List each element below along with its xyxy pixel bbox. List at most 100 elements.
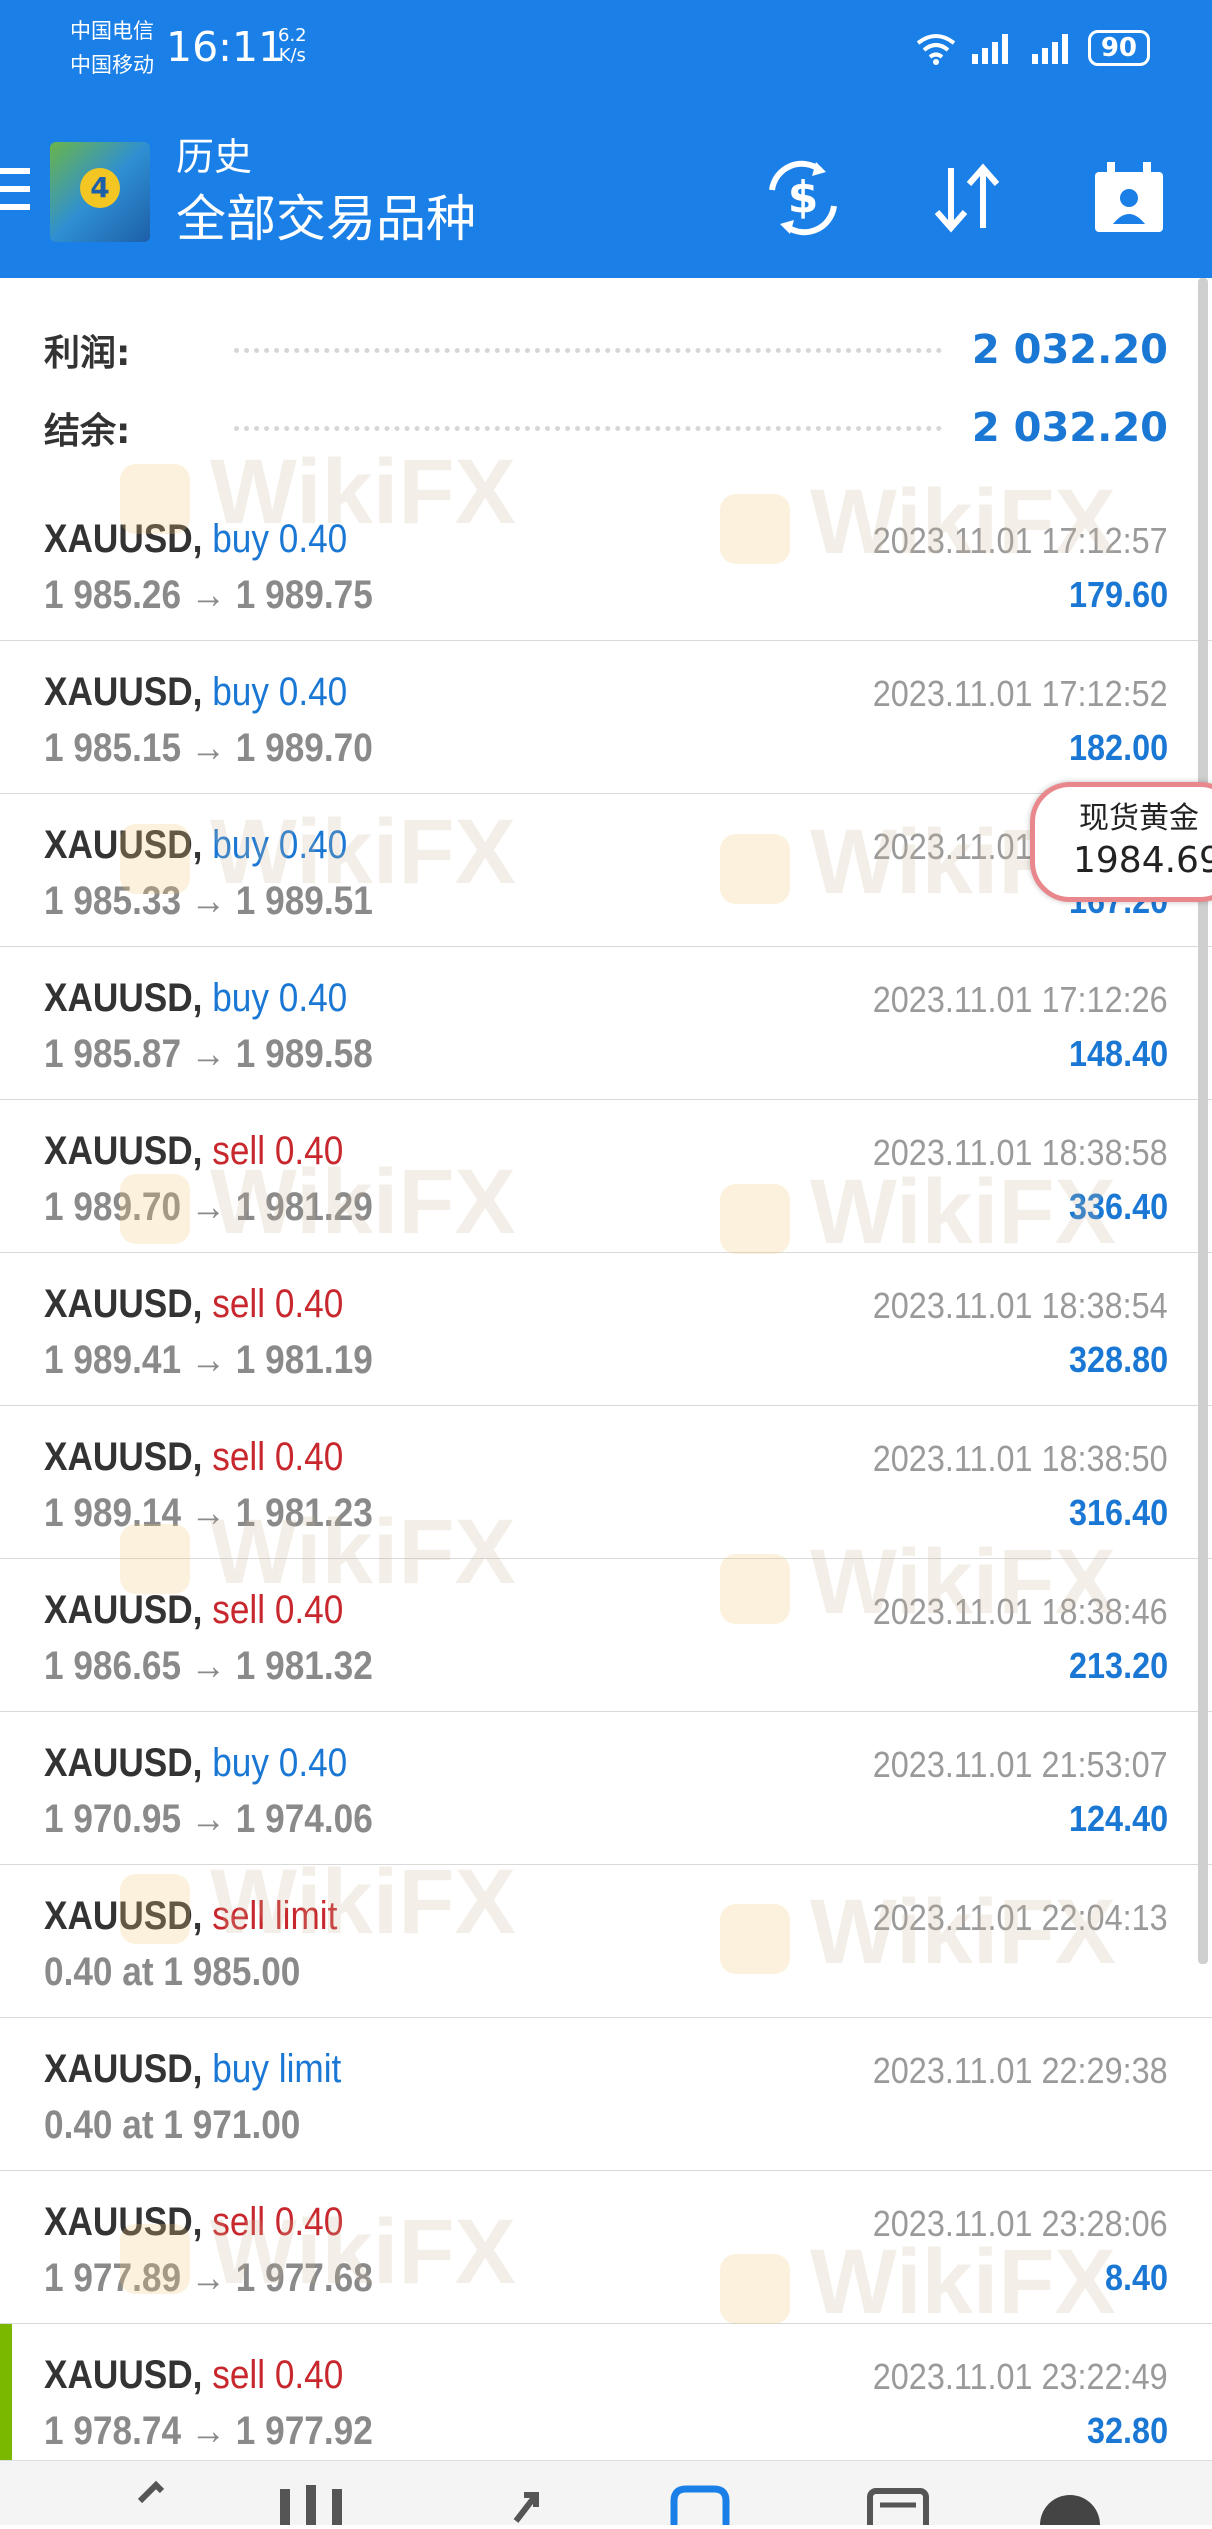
selected-row-indicator xyxy=(0,2324,12,2476)
currency-exchange-icon: $ xyxy=(769,160,837,236)
trade-arrow-icon xyxy=(513,2492,539,2523)
deal-symbol: XAUUSD, sell limit xyxy=(44,1891,337,1941)
deal-price: 1 989.14 → 1 981.23 xyxy=(44,1491,373,1535)
deal-symbol: XAUUSD, sell 0.40 xyxy=(44,2197,343,2247)
sort-arrows-icon xyxy=(934,163,1000,233)
quotes-icon xyxy=(137,2480,165,2504)
page-title[interactable]: 全部交易品种 xyxy=(176,188,476,250)
nav-quotes[interactable] xyxy=(90,2461,210,2525)
deal-symbol-name: XAUUSD, xyxy=(44,976,203,1020)
price-bubble[interactable]: 现货黄金 1984.69 xyxy=(1030,782,1212,902)
signal-4g-icon-2 xyxy=(1031,34,1068,64)
deal-time: 2023.11.01 17:12:26 xyxy=(873,979,1168,1020)
candlestick-icon xyxy=(280,2485,342,2525)
deal-price: 1 985.33 → 1 989.51 xyxy=(44,879,373,923)
deal-time: 2023.11.01 18:38:54 xyxy=(873,1285,1168,1326)
deal-price: 1 989.70 → 1 981.29 xyxy=(44,1185,373,1229)
deal-row[interactable]: XAUUSD, sell 0.40 1 986.65 → 1 981.32 2023… xyxy=(0,1559,1212,1713)
price-bubble-label: 现货黄金 xyxy=(1079,801,1199,836)
deal-operation: sell limit xyxy=(212,1894,338,1938)
deal-symbol-name: XAUUSD, xyxy=(44,1435,203,1479)
deal-row[interactable]: XAUUSD, sell 0.40 1 977.89 → 1 977.68 2023… xyxy=(0,2171,1212,2325)
nav-messages[interactable] xyxy=(840,2461,960,2529)
deal-operation: buy 0.40 xyxy=(212,976,348,1020)
deal-symbol-name: XAUUSD, xyxy=(44,2353,203,2397)
nav-trade[interactable] xyxy=(470,2461,590,2525)
deal-row[interactable]: XAUUSD, buy 0.40 1 985.87 → 1 989.58 2023.… xyxy=(0,947,1212,1101)
price-bubble-value: 1984.69 xyxy=(1073,840,1212,881)
deal-symbol: XAUUSD, sell 0.40 xyxy=(44,1279,343,1329)
deal-symbol-name: XAUUSD, xyxy=(44,2200,203,2244)
signal-4g-icon xyxy=(971,34,1008,64)
sort-button[interactable] xyxy=(922,158,1012,238)
history-icon xyxy=(670,2485,730,2525)
deal-row[interactable]: XAUUSD, buy 0.40 1 985.26 → 1 989.75 2023.… xyxy=(0,488,1212,642)
deal-row[interactable]: XAUUSD, sell 0.40 1 978.74 → 1 977.92 2023… xyxy=(0,2324,1212,2478)
deal-profit: 316.40 xyxy=(1068,1492,1168,1533)
status-bar: 中国电信 中国移动 16:11 6.2 K/s 90 xyxy=(0,0,1212,100)
scrollbar[interactable] xyxy=(1198,278,1208,1964)
deal-profit: 8.40 xyxy=(1104,2257,1168,2298)
deal-operation: sell 0.40 xyxy=(212,1129,344,1173)
menu-icon[interactable] xyxy=(0,168,32,212)
battery-indicator: 90 xyxy=(1087,30,1150,66)
settings-icon xyxy=(1040,2495,1100,2529)
deal-symbol-name: XAUUSD, xyxy=(44,517,203,561)
nav-chart[interactable] xyxy=(250,2461,370,2525)
deal-symbol-name: XAUUSD, xyxy=(44,1588,203,1632)
deal-symbol: XAUUSD, sell 0.40 xyxy=(44,1126,343,1176)
deal-price: 1 985.15 → 1 989.70 xyxy=(44,726,373,770)
deal-price: 1 970.95 → 1 974.06 xyxy=(44,1797,373,1841)
page-subtitle: 历史 xyxy=(176,135,253,179)
deal-time: 2023.11.01 17:12:57 xyxy=(873,520,1168,561)
deal-row[interactable]: XAUUSD, buy limit 0.40 at 1 971.00 2023.11… xyxy=(0,2018,1212,2172)
profit-row: 利润: 2 032.20 xyxy=(44,322,1168,378)
carrier-1: 中国电信 xyxy=(70,19,154,43)
currency-exchange-button[interactable]: $ xyxy=(758,158,848,238)
profit-value: 2 032.20 xyxy=(971,327,1168,373)
deal-row[interactable]: XAUUSD, buy 0.40 1 985.15 → 1 989.70 2023.… xyxy=(0,641,1212,795)
deal-symbol: XAUUSD, buy limit xyxy=(44,2044,341,2094)
deal-price: 1 977.89 → 1 977.68 xyxy=(44,2256,373,2300)
deal-time: 2023.11.01 18:38:46 xyxy=(873,1591,1168,1632)
deal-operation: sell 0.40 xyxy=(212,1435,344,1479)
deal-symbol-name: XAUUSD, xyxy=(44,2047,203,2091)
deal-time: 2023.11.01 22:29:38 xyxy=(873,2050,1168,2091)
deal-row[interactable]: XAUUSD, sell 0.40 1 989.70 → 1 981.29 2023… xyxy=(0,1100,1212,1254)
deal-operation: buy 0.40 xyxy=(212,517,348,561)
deal-time: 2023.11.01 18:38:50 xyxy=(873,1438,1168,1479)
deal-operation: sell 0.40 xyxy=(212,1588,344,1632)
deal-profit: 336.40 xyxy=(1068,1186,1168,1227)
deal-row[interactable]: XAUUSD, sell 0.40 1 989.41 → 1 981.19 2023… xyxy=(0,1253,1212,1407)
deal-symbol-name: XAUUSD, xyxy=(44,670,203,714)
deal-row[interactable]: XAUUSD, sell 0.40 1 989.14 → 1 981.23 2023… xyxy=(0,1406,1212,1560)
nav-settings[interactable] xyxy=(1020,2461,1140,2529)
deal-symbol-name: XAUUSD, xyxy=(44,1741,203,1785)
deal-time: 2023.11.01 18:38:58 xyxy=(873,1132,1168,1173)
nav-history[interactable] xyxy=(640,2461,760,2525)
deal-price: 1 985.87 → 1 989.58 xyxy=(44,1032,373,1076)
app-logo: 4 xyxy=(50,142,150,242)
deal-symbol: XAUUSD, buy 0.40 xyxy=(44,973,347,1023)
deal-symbol-name: XAUUSD, xyxy=(44,823,203,867)
deal-operation: sell 0.40 xyxy=(212,1282,344,1326)
deal-row[interactable]: XAUUSD, sell limit 0.40 at 1 985.00 2023.1… xyxy=(0,1865,1212,2019)
deal-price: 0.40 at 1 985.00 xyxy=(44,1950,301,1994)
carrier-info: 中国电信 中国移动 xyxy=(70,14,154,82)
deal-row[interactable]: XAUUSD, buy 0.40 1 970.95 → 1 974.06 2023.… xyxy=(0,1712,1212,1866)
calendar-button[interactable] xyxy=(1084,158,1174,238)
deal-operation: buy limit xyxy=(212,2047,342,2091)
deal-price: 1 986.65 → 1 981.32 xyxy=(44,1644,373,1688)
system-icons: 90 xyxy=(914,28,1150,68)
deal-profit: 213.20 xyxy=(1068,1645,1168,1686)
deal-symbol-name: XAUUSD, xyxy=(44,1129,203,1173)
app-logo-number: 4 xyxy=(80,168,120,208)
deal-profit: 328.80 xyxy=(1068,1339,1168,1380)
deal-symbol: XAUUSD, buy 0.40 xyxy=(44,1738,347,1788)
deal-symbol: XAUUSD, buy 0.40 xyxy=(44,514,347,564)
deal-time: 2023.11.01 23:22:49 xyxy=(873,2356,1168,2397)
network-speed: 6.2 K/s xyxy=(278,26,307,66)
deal-operation: buy 0.40 xyxy=(212,823,348,867)
wifi-icon xyxy=(916,34,956,65)
deal-symbol: XAUUSD, sell 0.40 xyxy=(44,2350,343,2400)
